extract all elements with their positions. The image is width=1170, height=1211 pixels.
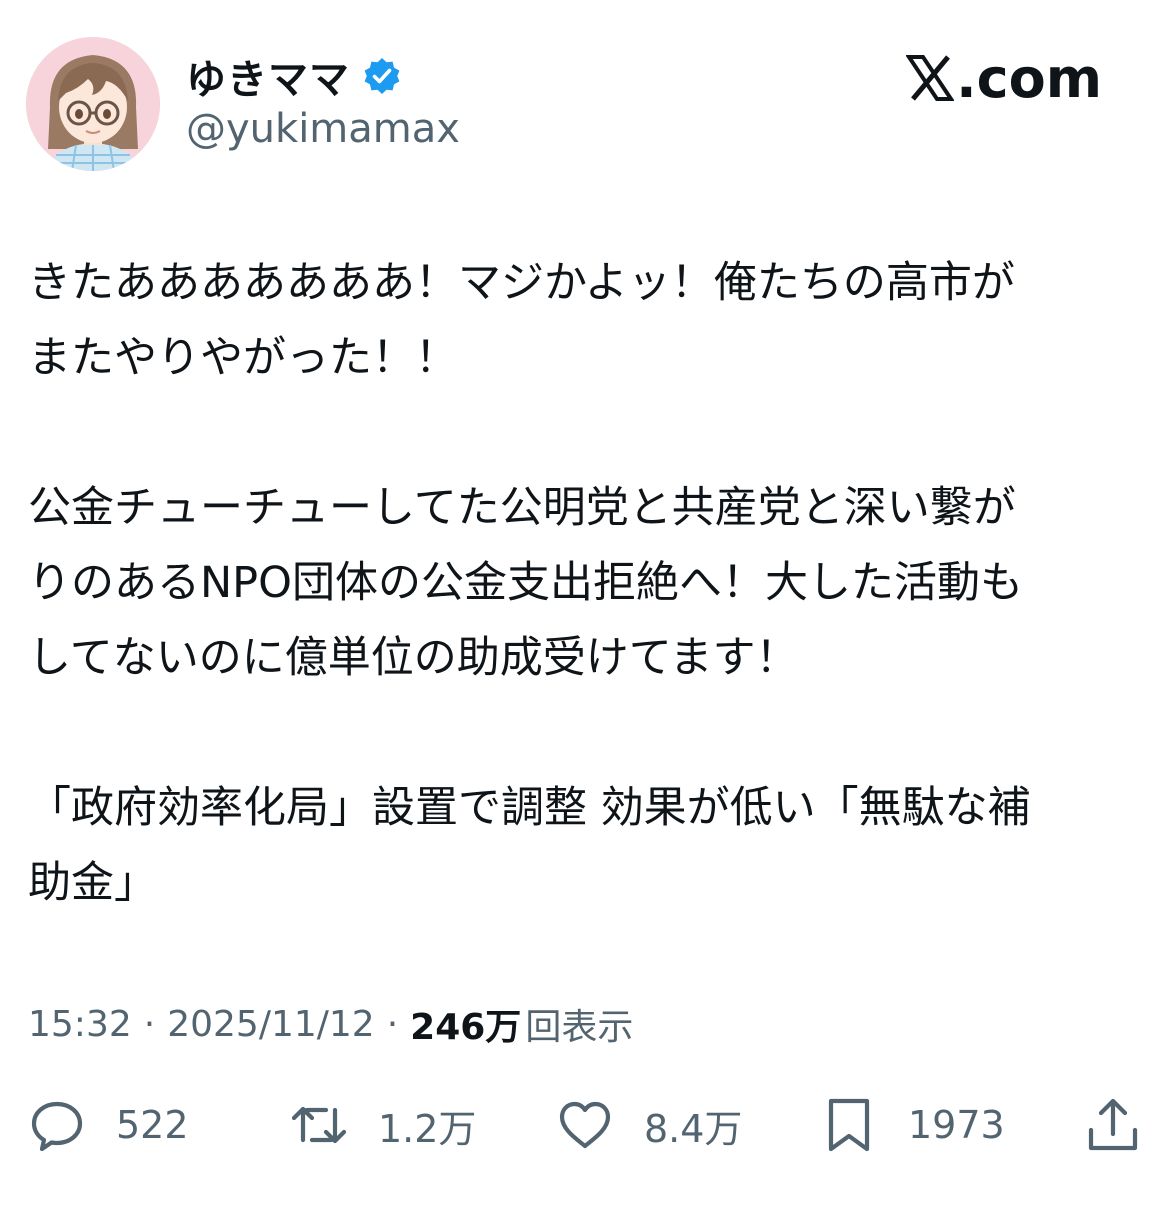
share-icon	[1088, 1098, 1138, 1151]
verified-badge-icon	[364, 58, 400, 94]
avatar[interactable]	[26, 37, 160, 171]
post-paragraph-2: 公金チューチューしてた公明党と共産党と深い繋が りのあるNPO団体の公金支出拒絶…	[28, 483, 1023, 683]
user-handle[interactable]: @yukimamax	[186, 106, 460, 152]
bookmark-icon	[828, 1098, 870, 1152]
views-count[interactable]: 246万	[410, 998, 521, 1050]
heart-icon	[559, 1101, 611, 1149]
post-text: きたあああああああ！マジかよッ！俺たちの高市が またやりやがった！！ 公金チュー…	[28, 246, 1146, 921]
repost-count: 1.2万	[378, 1106, 477, 1151]
reply-icon	[31, 1101, 83, 1152]
post-paragraph-3: 「政府効率化局」設置で調整 効果が低い「無駄な補 助金」	[28, 783, 1031, 908]
post-time[interactable]: 15:32	[28, 1004, 132, 1045]
bookmark-count: 1973	[908, 1103, 1005, 1147]
meta-separator: ·	[143, 1003, 156, 1045]
like-button[interactable]: 8.4万	[556, 1090, 742, 1160]
like-count: 8.4万	[644, 1106, 743, 1151]
reply-count: 522	[116, 1103, 189, 1147]
post-paragraph-1: きたあああああああ！マジかよッ！俺たちの高市が またやりやがった！！	[28, 258, 1015, 383]
display-name-row[interactable]: ゆきママ	[186, 48, 402, 104]
reply-button[interactable]: 522	[28, 1090, 189, 1160]
post-meta: 15:32 · 2025/11/12 · 246万 回表示	[28, 998, 633, 1050]
bookmark-button[interactable]: 1973	[820, 1090, 1005, 1160]
views-label: 回表示	[525, 1007, 634, 1048]
avatar-illustration	[26, 37, 160, 171]
x-logo-icon	[906, 55, 955, 101]
x-logo-text: .com	[956, 46, 1102, 110]
display-name[interactable]: ゆきママ	[186, 47, 350, 105]
post-card: ゆきママ @yukimamax .com きたあああああああ！マジかよッ！俺たち…	[0, 0, 1170, 1211]
x-logo[interactable]: .com	[906, 46, 1102, 110]
repost-icon	[291, 1106, 347, 1144]
share-button[interactable]	[1084, 1090, 1142, 1160]
action-bar: 522 1.2万 8.4万 1973	[0, 1090, 1170, 1160]
meta-separator: ·	[386, 1003, 399, 1045]
post-date[interactable]: 2025/11/12	[167, 1004, 375, 1045]
repost-button[interactable]: 1.2万	[290, 1090, 476, 1160]
